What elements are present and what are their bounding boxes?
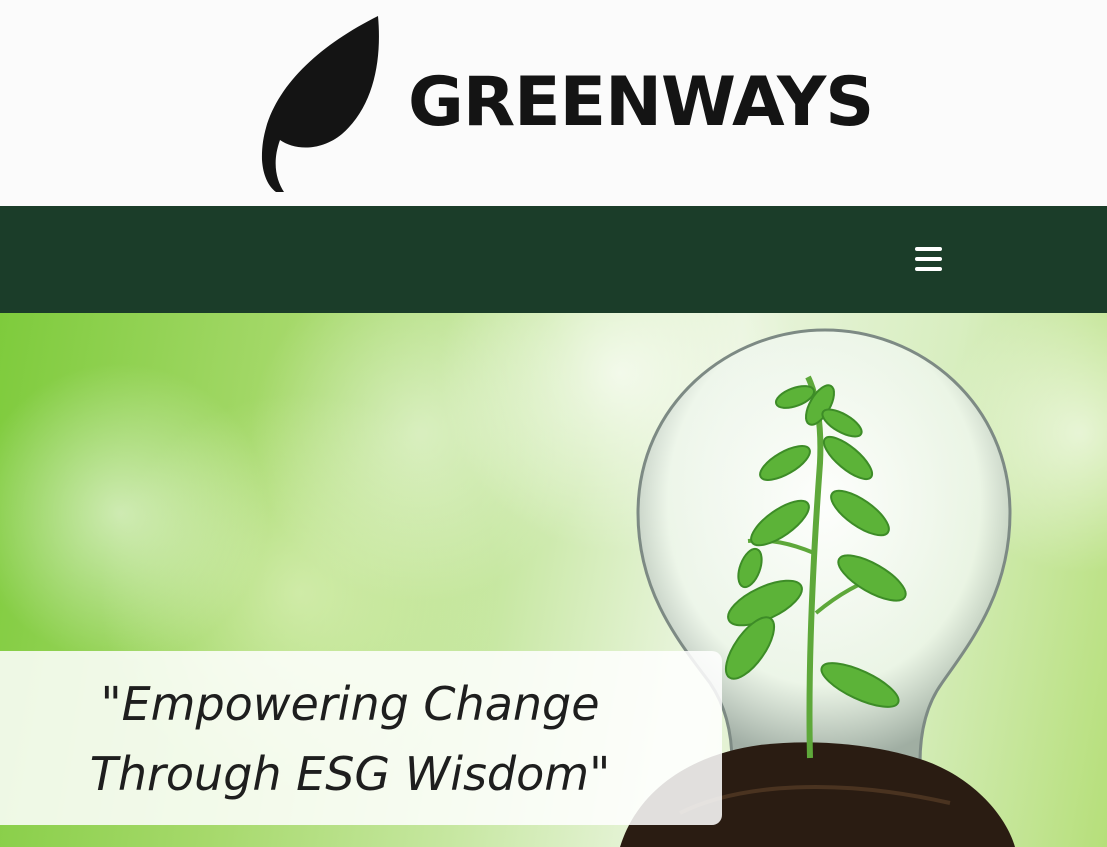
hero-quote-card: "Empowering Change Through ESG Wisdom": [0, 651, 722, 825]
hamburger-menu-icon[interactable]: [910, 243, 946, 275]
hero-quote: "Empowering Change Through ESG Wisdom": [89, 677, 611, 801]
site-header: GREENWAYS: [0, 0, 1107, 206]
brand-name: GREENWAYS: [408, 63, 874, 142]
hero-banner: "Empowering Change Through ESG Wisdom": [0, 313, 1107, 847]
leaf-icon: [261, 16, 379, 192]
